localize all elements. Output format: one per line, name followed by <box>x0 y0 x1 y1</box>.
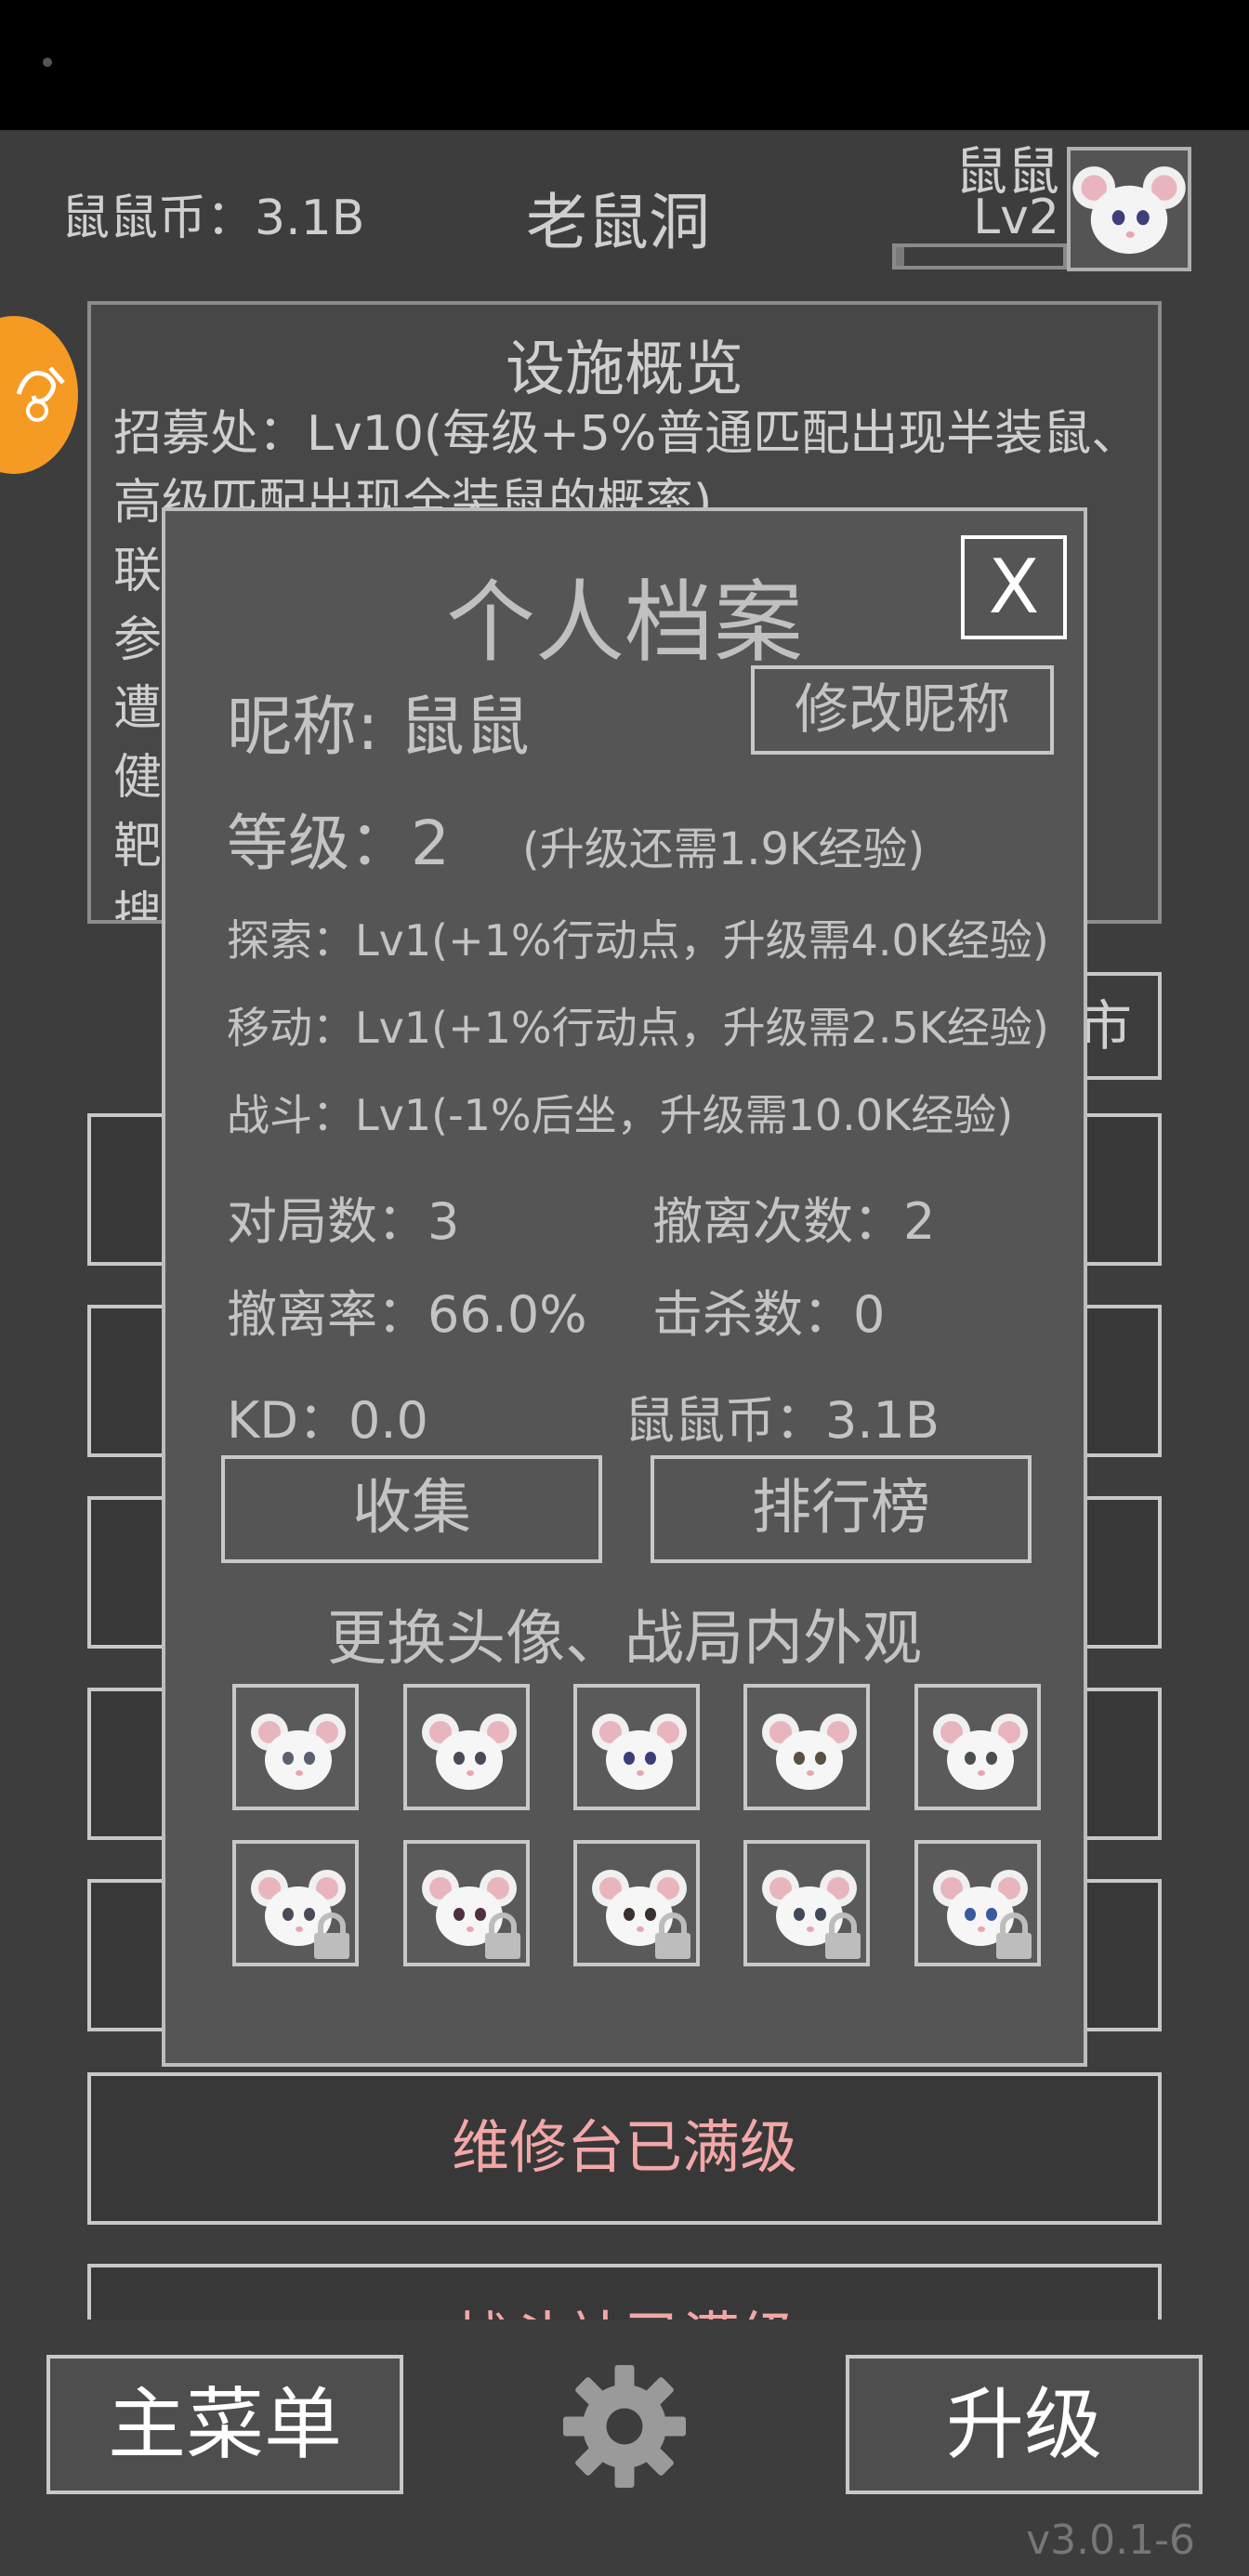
lock-icon <box>485 1912 520 1959</box>
upgrade-button[interactable]: 升级 <box>846 2355 1203 2494</box>
lock-icon <box>655 1912 690 1959</box>
avatar-option[interactable] <box>914 1684 1041 1810</box>
profile-dialog: 个人档案 X 昵称: 鼠鼠 修改昵称 等级：2 (升级还需1.9K经验) 探索：… <box>162 507 1087 2067</box>
mouse-face-icon <box>933 1714 1028 1790</box>
mouse-face-icon <box>762 1714 857 1790</box>
close-button[interactable]: X <box>961 535 1067 639</box>
locked-avatar-option[interactable] <box>403 1840 530 1966</box>
player-level: Lv2 <box>973 190 1059 245</box>
mouse-face-icon <box>592 1714 687 1790</box>
extractions-stat: 撤离次数：2 <box>652 1192 936 1251</box>
leaderboard-button[interactable]: 排行榜 <box>651 1455 1032 1563</box>
skill-combat: 战斗：Lv1(-1%后坐，升级需10.0K经验) <box>227 1090 1014 1140</box>
level-hint: (升级还需1.9K经验) <box>522 823 926 875</box>
repair-station-row[interactable]: 维修台已满级 <box>87 2072 1162 2225</box>
matches-stat: 对局数：3 <box>227 1192 460 1251</box>
status-bar <box>0 0 1249 130</box>
coins-label: 鼠鼠币：3.1B <box>61 191 365 246</box>
settings-gear-icon[interactable] <box>554 2357 695 2496</box>
kills-stat: 击杀数：0 <box>652 1285 886 1344</box>
nickname-label: 昵称: 鼠鼠 <box>227 689 530 765</box>
appearance-title: 更换头像、战局内外观 <box>327 1605 922 1674</box>
xp-progress-bar <box>892 243 1067 269</box>
avatar-option[interactable] <box>743 1684 870 1810</box>
coins-stat: 鼠鼠币：3.1B <box>624 1391 940 1450</box>
skill-explore: 探索：Lv1(+1%行动点，升级需4.0K经验) <box>227 915 1049 966</box>
kd-stat: KD：0.0 <box>227 1391 428 1450</box>
side-event-button[interactable] <box>0 316 78 474</box>
page-title: 老鼠洞 <box>526 187 710 258</box>
mouse-face-icon <box>251 1714 346 1790</box>
lock-icon <box>825 1912 861 1959</box>
locked-avatar-option[interactable] <box>743 1840 870 1966</box>
swirl-icon <box>16 366 65 422</box>
skill-move: 移动：Lv1(+1%行动点，升级需2.5K经验) <box>227 1003 1049 1053</box>
avatar-option[interactable] <box>232 1684 359 1810</box>
xp-progress-fill <box>896 247 904 266</box>
avatar-option[interactable] <box>403 1684 530 1810</box>
dialog-title: 个人档案 <box>446 571 803 675</box>
edit-nickname-button[interactable]: 修改昵称 <box>751 665 1054 755</box>
lock-icon <box>996 1912 1032 1959</box>
facilities-title: 设施概览 <box>506 335 743 404</box>
version-label: v3.0.1-6 <box>1026 2517 1195 2564</box>
locked-avatar-option[interactable] <box>573 1840 700 1966</box>
locked-avatar-option[interactable] <box>914 1840 1041 1966</box>
level-label: 等级：2 <box>227 808 450 879</box>
mouse-face-icon <box>422 1714 517 1790</box>
mouse-avatar-icon <box>1072 166 1186 255</box>
player-avatar-button[interactable] <box>1067 147 1191 271</box>
avatar-option[interactable] <box>573 1684 700 1810</box>
lock-icon <box>314 1912 349 1959</box>
collect-button[interactable]: 收集 <box>221 1455 602 1563</box>
extraction-rate-stat: 撤离率：66.0% <box>227 1285 587 1344</box>
main-menu-button[interactable]: 主菜单 <box>46 2355 403 2494</box>
locked-avatar-option[interactable] <box>232 1840 359 1966</box>
camera-dot-icon <box>43 58 52 67</box>
